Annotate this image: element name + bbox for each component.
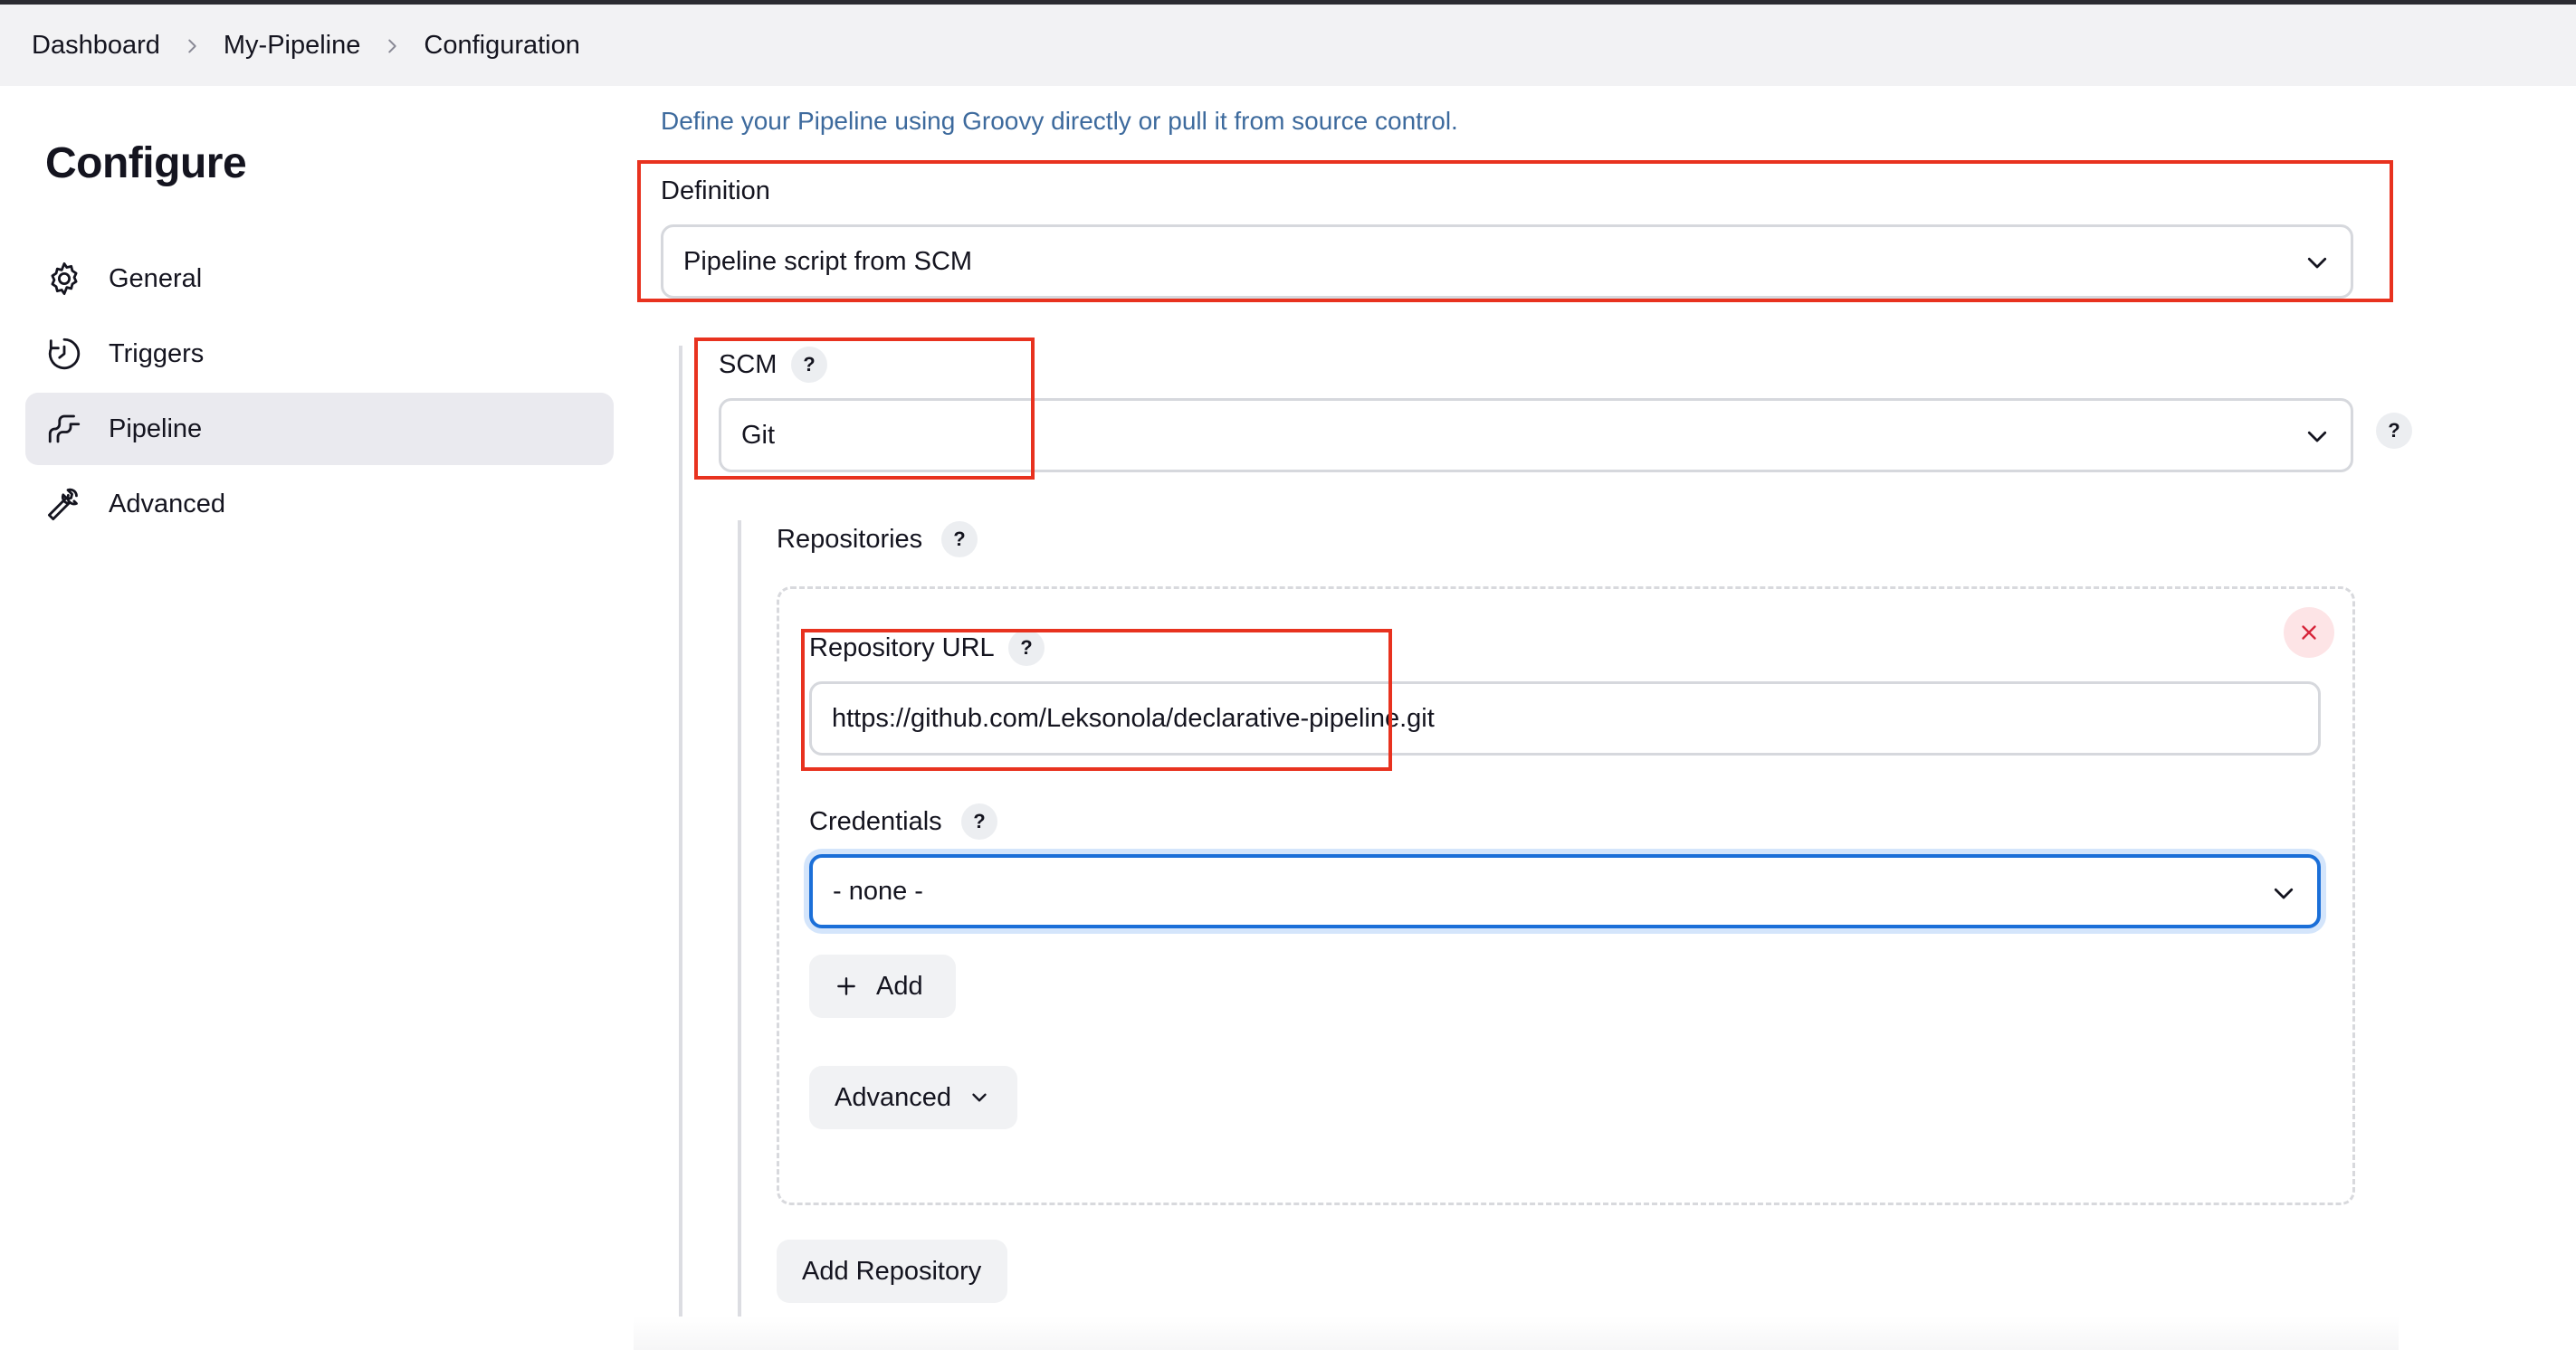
highlight-scm xyxy=(694,338,1035,480)
page-title: Configure xyxy=(45,139,247,187)
advanced-toggle-button[interactable]: Advanced xyxy=(809,1066,1017,1129)
add-repository-label: Add Repository xyxy=(802,1256,982,1286)
sidebar-item-label: Triggers xyxy=(109,338,205,368)
sidebar-item-triggers[interactable]: Triggers xyxy=(25,318,614,390)
credentials-select[interactable]: - none - xyxy=(809,854,2321,928)
sidebar: Configure General Triggers Pipeline Adva… xyxy=(0,86,634,1350)
breadcrumb-configuration[interactable]: Configuration xyxy=(424,31,580,61)
chevron-right-icon xyxy=(160,31,224,61)
repositories-label: Repositories xyxy=(777,525,923,554)
close-icon xyxy=(2302,625,2316,640)
plus-icon xyxy=(837,977,855,995)
credentials-value: - none - xyxy=(833,876,923,906)
pipeline-section: Define your Pipeline using Groovy direct… xyxy=(634,86,2576,1350)
breadcrumb: Dashboard My-Pipeline Configuration xyxy=(0,5,2576,86)
sidebar-item-general[interactable]: General xyxy=(25,242,614,315)
credentials-label: Credentials xyxy=(809,807,942,836)
pipeline-description: Define your Pipeline using Groovy direct… xyxy=(661,107,1458,135)
chevron-down-icon xyxy=(2307,431,2327,442)
highlight-definition xyxy=(637,160,2393,302)
breadcrumb-my-pipeline[interactable]: My-Pipeline xyxy=(224,31,361,61)
sidebar-item-label: General xyxy=(109,263,203,293)
add-repository-button[interactable]: Add Repository xyxy=(777,1240,1007,1303)
scm-select-help-icon[interactable]: ? xyxy=(2376,413,2412,449)
chevron-down-icon xyxy=(972,1093,987,1102)
chevron-down-icon xyxy=(2274,888,2294,899)
sidebar-item-label: Pipeline xyxy=(109,414,203,443)
clock-icon xyxy=(45,335,83,373)
bottom-bar-shadow xyxy=(634,1317,2399,1350)
sidebar-item-pipeline[interactable]: Pipeline xyxy=(25,393,614,465)
highlight-repository-url xyxy=(801,629,1392,771)
breadcrumb-dashboard[interactable]: Dashboard xyxy=(32,31,160,61)
add-label: Add xyxy=(876,971,923,1001)
repositories-help-icon[interactable]: ? xyxy=(941,521,978,557)
chevron-right-icon xyxy=(360,31,424,61)
remove-repository-button[interactable] xyxy=(2284,607,2334,658)
sidebar-item-label: Advanced xyxy=(109,489,225,518)
advanced-label: Advanced xyxy=(835,1082,951,1112)
nested-guide-line xyxy=(679,346,682,1350)
jenkins-configure-page: Dashboard My-Pipeline Configuration Conf… xyxy=(0,0,2576,1350)
gear-icon xyxy=(45,260,83,298)
add-credentials-button[interactable]: Add xyxy=(809,955,956,1018)
pipeline-icon xyxy=(45,410,83,448)
sidebar-item-advanced[interactable]: Advanced xyxy=(25,468,614,540)
wrench-icon xyxy=(45,485,83,523)
credentials-help-icon[interactable]: ? xyxy=(961,803,997,840)
repositories-guide-line xyxy=(738,520,741,1350)
